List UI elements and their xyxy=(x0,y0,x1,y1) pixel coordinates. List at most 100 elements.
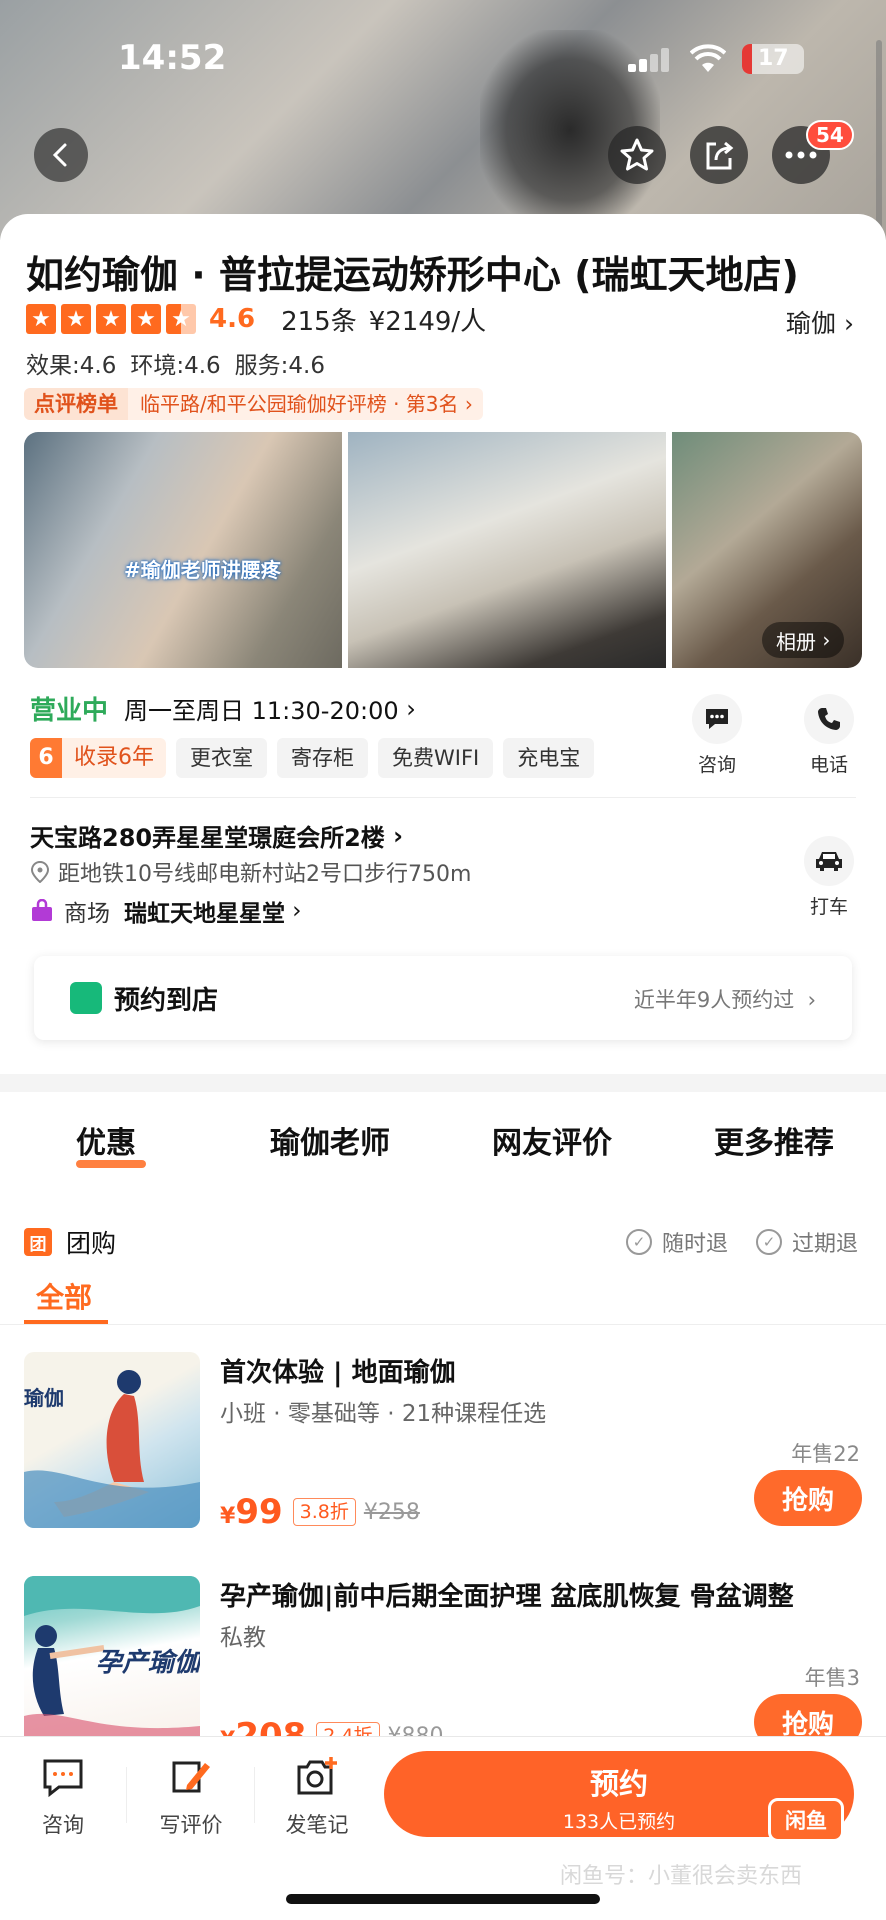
active-tab-indicator xyxy=(76,1160,146,1168)
tab-deals[interactable]: 优惠 xyxy=(76,1118,136,1162)
watermark-text: 闲鱼号：小董很会卖东西 xyxy=(560,1864,803,1889)
chat-bubble-icon xyxy=(692,694,742,744)
metro-text: 距地铁10号线邮电新村站2号口步行750m xyxy=(58,862,472,887)
rating-star-icon: ★ xyxy=(61,304,91,334)
album-label: 相册 xyxy=(776,629,816,654)
mall-row[interactable]: 商场 瑞虹天地星星堂 › xyxy=(30,894,302,928)
group-buy-header: 团 团购 xyxy=(24,1224,116,1260)
rank-label: 点评榜单 xyxy=(24,388,128,420)
facility-tag: 充电宝 xyxy=(503,738,595,778)
rank-text: 临平路/和平公园瑜伽好评榜 · 第3名 › xyxy=(128,388,483,420)
write-review-button[interactable]: 写评价 xyxy=(146,1755,236,1839)
mall-label: 商场 xyxy=(64,901,110,927)
deal-title: 首次体验 | 地面瑜伽 xyxy=(220,1358,456,1388)
bottom-consult-label: 咨询 xyxy=(42,1813,84,1837)
thumbnail-text: 孕产瑜伽 xyxy=(96,1648,200,1678)
post-note-button[interactable]: 发笔记 xyxy=(272,1755,362,1839)
score-service: 服务:4.6 xyxy=(234,353,325,379)
review-count: 215条 xyxy=(281,306,357,337)
battery-level: 17 xyxy=(758,46,789,71)
buy-button[interactable]: 抢购 xyxy=(754,1470,862,1526)
chat-bubble-icon xyxy=(43,1759,83,1798)
tab-more[interactable]: 更多推荐 xyxy=(714,1118,834,1162)
rank-tag[interactable]: 点评榜单 临平路/和平公园瑜伽好评榜 · 第3名 › xyxy=(24,388,483,420)
deal-price-row: ¥99 3.8折 ¥258 xyxy=(220,1492,420,1532)
mall-icon xyxy=(32,899,52,921)
business-hours-row[interactable]: 营业中 周一至周日 11:30-20:00 › xyxy=(30,690,416,727)
years-num: 6 xyxy=(30,738,62,778)
deal-item[interactable]: 瑜伽 首次体验 | 地面瑜伽 小班 · 零基础等 · 21种课程任选 年售22 … xyxy=(0,1352,886,1562)
check-circle-icon: ✓ xyxy=(626,1229,652,1255)
group-buy-icon: 团 xyxy=(24,1228,52,1256)
chevron-right-icon: › xyxy=(816,628,831,652)
phone-icon xyxy=(804,694,854,744)
photo-caption: #瑜伽老师讲腰疼 xyxy=(124,558,281,582)
check-circle-icon: ✓ xyxy=(756,1229,782,1255)
tab-teachers[interactable]: 瑜伽老师 xyxy=(270,1118,390,1162)
chevron-left-icon xyxy=(52,143,67,167)
bottom-consult-button[interactable]: 咨询 xyxy=(18,1755,108,1839)
status-bar: 14:52 17 xyxy=(0,0,886,110)
back-button[interactable] xyxy=(34,128,88,182)
location-pin-icon xyxy=(30,861,50,883)
open-status: 营业中 xyxy=(30,696,109,726)
category-link[interactable]: 瑜伽 › xyxy=(786,304,854,340)
metro-row: 距地铁10号线邮电新村站2号口步行750m xyxy=(30,856,471,888)
taxi-action[interactable]: 打车 xyxy=(794,836,864,919)
share-button[interactable] xyxy=(690,126,748,184)
reserve-note: 近半年9人预约过 › xyxy=(633,988,816,1012)
facility-tag: 更衣室 xyxy=(176,738,267,778)
divider xyxy=(254,1767,255,1823)
deal-discount: 3.8折 xyxy=(292,1498,356,1526)
album-button[interactable]: 相册 › xyxy=(762,622,845,658)
gallery-photo-2[interactable] xyxy=(348,432,666,668)
xianyu-logo: 闲鱼 xyxy=(768,1798,844,1842)
chevron-right-icon: › xyxy=(844,309,854,338)
hours-text: 周一至周日 11:30-20:00 xyxy=(124,697,399,725)
gallery-photo-1[interactable]: #瑜伽老师讲腰疼 xyxy=(24,432,342,668)
phone-label: 电话 xyxy=(809,754,848,776)
chevron-right-icon: › xyxy=(285,898,302,924)
deal-price: ¥99 xyxy=(220,1492,283,1532)
wifi-icon xyxy=(690,44,726,72)
car-icon xyxy=(804,836,854,886)
star-outline-icon xyxy=(620,138,654,171)
rating-star-icon: ★ xyxy=(96,304,126,334)
share-icon xyxy=(706,141,734,170)
reserve-title: 预约到店 xyxy=(114,986,219,1016)
phone-action[interactable]: 电话 xyxy=(794,694,864,777)
taxi-label: 打车 xyxy=(809,896,848,918)
status-time: 14:52 xyxy=(118,38,227,78)
divider xyxy=(30,797,856,798)
category-label: 瑜伽 xyxy=(786,309,837,338)
home-indicator[interactable] xyxy=(286,1894,600,1904)
group-buy-title: 团购 xyxy=(66,1229,117,1258)
consult-action[interactable]: 咨询 xyxy=(682,694,752,777)
tab-reviews[interactable]: 网友评价 xyxy=(492,1118,612,1162)
edit-icon xyxy=(172,1761,210,1793)
write-review-label: 写评价 xyxy=(159,1813,223,1837)
yoga-figure-illustration xyxy=(24,1370,200,1528)
favorite-button[interactable] xyxy=(608,126,666,184)
deal-thumbnail: 瑜伽 xyxy=(24,1352,200,1528)
rating-row[interactable]: ★ ★ ★ ★ ★ 4.6 215条 ¥2149/人 xyxy=(26,302,498,337)
deal-subtitle: 小班 · 零基础等 · 21种课程任选 xyxy=(220,1401,547,1427)
book-title: 预约 xyxy=(589,1767,648,1801)
rating-star-icon: ★ xyxy=(26,304,56,334)
deal-sold: 年售22 xyxy=(791,1442,860,1466)
mall-name: 瑞虹天地星星堂 xyxy=(124,901,285,927)
rating-star-icon: ★ xyxy=(131,304,161,334)
rating-value: 4.6 xyxy=(209,304,256,334)
divider xyxy=(126,1767,127,1823)
years-tag: 6 收录6年 xyxy=(30,738,166,778)
price-per-person: ¥2149/人 xyxy=(368,306,487,337)
deal-title: 孕产瑜伽|前中后期全面护理 盆底肌恢复 骨盆调整 xyxy=(220,1582,794,1612)
deal-thumbnail: 孕产瑜伽 xyxy=(24,1576,200,1752)
reserve-card[interactable]: 预约到店 近半年9人预约过 › xyxy=(34,956,852,1040)
chevron-right-icon: › xyxy=(398,694,416,723)
subtab-all[interactable]: 全部 xyxy=(36,1276,92,1316)
facility-tags: 6 收录6年 更衣室 寄存柜 免费WIFI 充电宝 xyxy=(30,738,595,778)
shop-title: 如约瑜伽 · 普拉提运动矫形中心 (瑞虹天地店) xyxy=(26,253,799,297)
address-row[interactable]: 天宝路280弄星星堂璟庭会所2楼 › xyxy=(30,818,403,853)
policy-refund-anytime: ✓ 随时退 xyxy=(626,1226,728,1258)
